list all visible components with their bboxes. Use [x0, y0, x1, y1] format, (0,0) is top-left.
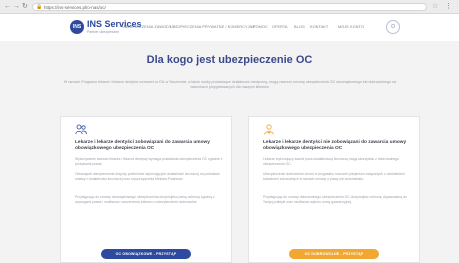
card-voluntary-oc: Lekarze i lekarze dentyści nie zobowiąza… — [248, 116, 420, 263]
intro-text: W ramach Programu lekarze i lekarze dent… — [63, 80, 397, 90]
menu-item-kontakt[interactable]: KONTAKT — [310, 25, 328, 29]
card-paragraph: Przystępując do umowy obowiązkowego ubez… — [75, 195, 215, 204]
card-obligatory-oc: Lekarze i lekarze dentyści zobowiązani d… — [60, 116, 232, 263]
address-bar[interactable]: 🔒 https://ins-services.pl/o-nas/oc/ — [32, 3, 427, 11]
menu-item-blog[interactable]: BLOG — [294, 25, 305, 29]
lock-icon: 🔒 — [36, 4, 43, 10]
logo-mark-text: INS — [72, 24, 82, 30]
menu-item-moje-konto[interactable]: MOJE KONTO — [338, 25, 364, 29]
page-title: Dla kogo jest ubezpieczenie OC — [146, 54, 313, 66]
bookmark-star-icon[interactable]: ☆ — [432, 2, 438, 11]
menu-item-pomoc[interactable]: POMOC — [253, 25, 268, 29]
logo-icon[interactable]: INS — [70, 20, 84, 34]
address-url[interactable]: https://ins-services.pl/o-nas/oc/ — [44, 4, 106, 11]
forward-arrow-icon[interactable]: → — [13, 2, 20, 11]
card-title: Lekarze i lekarze dentyści zobowiązani d… — [75, 140, 210, 152]
menu-item-ubezpieczenia-zawody[interactable]: UBEZPIECZENIA ZAWODY — [122, 25, 172, 29]
browser-menu-icon[interactable]: ⋮ — [445, 2, 452, 11]
card-title: Lekarze i lekarze dentyści nie zobowiąza… — [263, 140, 407, 152]
menu-item-ubezpieczenia-prywatne[interactable]: UBEZPIECZENIA PRYWATNE / KOMERCYJNE — [170, 25, 255, 29]
doctor-icon — [264, 124, 274, 135]
site-header: INS INS Services Partner ubezpieczeń UBE… — [0, 14, 459, 41]
doctors-icon — [75, 124, 87, 135]
search-icon-glyph: ⊙ — [390, 24, 396, 30]
card-paragraph: Obowiązek ubezpieczenia dotyczy podmiotó… — [75, 172, 220, 181]
card-paragraph: Przystępując do umowy dobrowolnego ubezp… — [263, 195, 407, 204]
voluntary-oc-join-button[interactable]: OC DOBROWOLNE - PRZYSTĄP — [289, 249, 379, 259]
back-arrow-icon[interactable]: ← — [4, 2, 11, 11]
browser-toolbar: ← → ↻ 🔒 https://ins-services.pl/o-nas/oc… — [0, 0, 459, 14]
logo-tagline: Partner ubezpieczeń — [87, 30, 120, 34]
card-paragraph: Ubezpieczenie dobrowolne chroni w przypa… — [263, 172, 405, 181]
menu-item-oferta[interactable]: OFERTA — [272, 25, 288, 29]
reload-icon[interactable]: ↻ — [22, 2, 28, 11]
card-paragraph: Wykonywanie zawodu lekarza i lekarza den… — [75, 157, 223, 166]
search-icon[interactable]: ⊙ — [386, 20, 400, 34]
card-paragraph: Lekarze wykonujący zawód poza działalnoś… — [263, 157, 400, 166]
obligatory-oc-join-button[interactable]: OC OBOWIĄZKOWE - PRZYSTĄP — [101, 249, 191, 259]
